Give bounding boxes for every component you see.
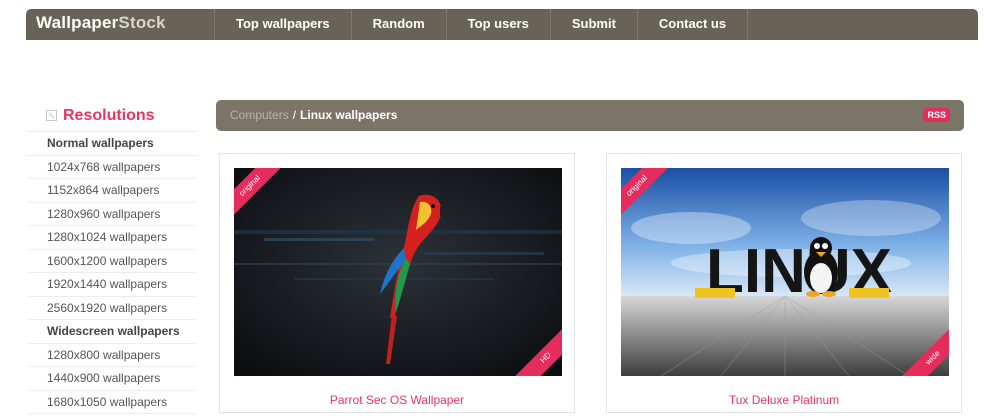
nav-random[interactable]: Random xyxy=(350,9,446,40)
resolutions-sidebar: Resolutions Normal wallpapers 1024x768 wa… xyxy=(28,103,196,414)
wallpaper-card: LINUX original wide Tux Deluxe Platinum xyxy=(606,153,962,413)
breadcrumb-bar: Computers / Linux wallpapers RSS xyxy=(216,100,964,131)
parrot-image xyxy=(234,168,562,376)
main-nav: Top wallpapers Random Top users Submit C… xyxy=(214,9,749,40)
resize-icon xyxy=(46,110,57,121)
breadcrumb-separator: / xyxy=(292,108,297,122)
sidebar-title-text: Resolutions xyxy=(63,107,155,124)
wallpaper-title-link[interactable]: Parrot Sec OS Wallpaper xyxy=(220,393,574,407)
nav-top-users[interactable]: Top users xyxy=(445,9,550,40)
sidebar-title: Resolutions xyxy=(28,103,196,132)
logo-text-wallpaper: Wallpaper xyxy=(36,13,119,32)
breadcrumb-link-computers[interactable]: Computers xyxy=(230,108,289,122)
rss-button[interactable]: RSS xyxy=(923,108,950,122)
sidebar-section-header[interactable]: Widescreen wallpapers xyxy=(28,320,196,344)
resolution-list: Normal wallpapers 1024x768 wallpapers 1152… xyxy=(28,132,196,414)
sidebar-item-resolution[interactable]: 1680x1050 wallpapers xyxy=(28,391,196,414)
wallpaper-thumbnail[interactable]: original HD xyxy=(234,168,562,376)
sidebar-item-resolution[interactable]: 2560x1920 wallpapers xyxy=(28,297,196,320)
nav-contact-us[interactable]: Contact us xyxy=(636,9,749,40)
site-logo[interactable]: WallpaperStock xyxy=(36,13,166,33)
wallpaper-card: original HD Parrot Sec OS Wallpaper xyxy=(219,153,575,413)
sidebar-item-resolution[interactable]: 1024x768 wallpapers xyxy=(28,156,196,179)
sidebar-item-resolution[interactable]: 1280x1024 wallpapers xyxy=(28,226,196,250)
top-navigation-bar: WallpaperStock Top wallpapers Random Top… xyxy=(26,9,978,40)
nav-submit[interactable]: Submit xyxy=(549,9,637,40)
sidebar-item-resolution[interactable]: 1440x900 wallpapers xyxy=(28,367,196,391)
sidebar-item-resolution[interactable]: 1280x800 wallpapers xyxy=(28,344,196,367)
sidebar-section-header[interactable]: Normal wallpapers xyxy=(28,132,196,156)
wallpaper-title-link[interactable]: Tux Deluxe Platinum xyxy=(607,393,961,407)
sidebar-item-resolution[interactable]: 1600x1200 wallpapers xyxy=(28,250,196,273)
tux-linux-image: LINUX xyxy=(621,168,949,376)
nav-top-wallpapers[interactable]: Top wallpapers xyxy=(214,9,351,40)
wallpaper-thumbnail[interactable]: LINUX original wide xyxy=(621,168,949,376)
logo-text-stock: Stock xyxy=(118,13,166,32)
sidebar-item-resolution[interactable]: 1280x960 wallpapers xyxy=(28,203,196,226)
sidebar-item-resolution[interactable]: 1920x1440 wallpapers xyxy=(28,273,196,297)
sidebar-item-resolution[interactable]: 1152x864 wallpapers xyxy=(28,179,196,203)
breadcrumb: Computers / Linux wallpapers xyxy=(230,108,397,122)
breadcrumb-current: Linux wallpapers xyxy=(300,108,398,122)
